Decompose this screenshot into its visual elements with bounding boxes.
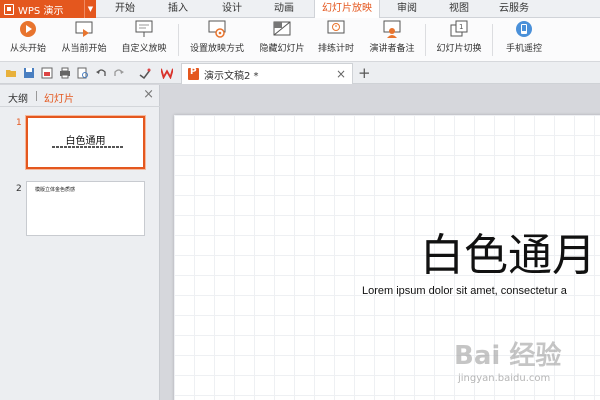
slide-thumbnail-2[interactable]: 模版立体金色质感 [26, 181, 145, 236]
open-folder-icon[interactable] [5, 67, 17, 79]
tab-design[interactable]: 设计 [212, 0, 252, 18]
document-tab[interactable]: 演示文稿2 * × [181, 63, 353, 84]
tab-animation[interactable]: 动画 [264, 0, 304, 18]
ribbon-separator [492, 24, 493, 56]
tab-insert[interactable]: 插入 [158, 0, 198, 18]
baidu-watermark: Bai 经验 jingyan.baidu.com [454, 335, 584, 393]
slide-title[interactable]: 白色通月 [420, 219, 596, 283]
tab-outline[interactable]: 大纲 [8, 90, 28, 105]
thumbnail-subtitle-line [52, 146, 123, 148]
tab-cloud[interactable]: 云服务 [492, 0, 536, 18]
timer-screen-icon [327, 20, 345, 34]
redo-icon[interactable] [113, 67, 125, 79]
tab-review[interactable]: 审阅 [390, 0, 424, 18]
ribbon-separator [425, 24, 426, 56]
app-name: WPS 演示 [18, 5, 64, 17]
phone-remote-button[interactable]: 手机遥控 [500, 20, 548, 60]
menu-bar: WPS 演示 ▼ 开始 插入 设计 动画 幻灯片放映 审阅 视图 云服务 [0, 0, 600, 19]
play-circle-icon [20, 21, 36, 37]
phone-remote-icon [516, 21, 532, 37]
thumbnail-title: 白色通用 [65, 136, 106, 147]
print-preview-icon[interactable] [77, 67, 89, 79]
settings-screen-icon [208, 20, 226, 38]
slide-transition-button[interactable]: 1 幻灯片切换 [430, 20, 488, 60]
slides-panel: 大纲 幻灯片 × 1 白色通用 2 模版立体金色质感 [0, 85, 160, 400]
slide-number: 1 [16, 118, 22, 128]
tab-home[interactable]: 开始 [106, 0, 144, 18]
export-icon[interactable] [41, 67, 53, 79]
tab-view[interactable]: 视图 [442, 0, 476, 18]
slide-subtitle[interactable]: Lorem ipsum dolor sit amet, consectetur … [362, 285, 567, 297]
slide-number: 2 [16, 184, 22, 194]
ribbon-separator [178, 24, 179, 56]
svg-text:1: 1 [459, 23, 463, 31]
print-icon[interactable] [59, 67, 71, 79]
undo-icon[interactable] [95, 67, 107, 79]
watermark-main: Bai 经验 [454, 341, 562, 371]
panel-header: 大纲 幻灯片 × [0, 85, 160, 107]
format-painter-icon[interactable] [139, 67, 151, 79]
tab-slideshow[interactable]: 幻灯片放映 [314, 0, 380, 19]
chevron-down-icon[interactable]: ▼ [84, 0, 96, 18]
ribbon-toolbar: 从头开始 从当前开始 自定义放映 设置放映方式 隐藏幻灯片 排练计时 演讲者备注… [0, 18, 600, 62]
rehearse-timing-button[interactable]: 排练计时 [314, 20, 358, 60]
speaker-notes-button[interactable]: 演讲者备注 [364, 20, 420, 60]
from-start-button[interactable]: 从头开始 [6, 20, 50, 60]
speaker-icon [383, 20, 401, 38]
wps-logo-icon [4, 3, 14, 15]
wps-w-logo-icon[interactable] [161, 67, 173, 79]
from-current-button[interactable]: 从当前开始 [56, 20, 112, 60]
presentation-file-icon [188, 67, 199, 80]
new-tab-plus-icon[interactable]: + [358, 64, 371, 82]
app-menu-button[interactable]: WPS 演示 ▼ [0, 0, 96, 18]
slide-thumbnail-1[interactable]: 白色通用 [26, 116, 145, 169]
quick-access-bar: 演示文稿2 * × + [0, 62, 600, 84]
close-panel-icon[interactable]: × [143, 87, 154, 102]
panel-tab-divider [36, 91, 37, 101]
custom-show-button[interactable]: 自定义放映 [116, 20, 172, 60]
save-icon[interactable] [23, 67, 35, 79]
thumbnail-text: 模版立体金色质感 [35, 187, 76, 193]
presentation-screen-icon [135, 20, 153, 37]
tab-slides[interactable]: 幻灯片 [44, 90, 74, 105]
setup-show-button[interactable]: 设置放映方式 [184, 20, 250, 60]
hide-slide-icon [273, 21, 291, 36]
close-tab-icon[interactable]: × [336, 67, 346, 81]
hide-slide-button[interactable]: 隐藏幻灯片 [254, 20, 310, 60]
play-screen-icon [75, 21, 93, 37]
transition-icon: 1 [450, 20, 468, 37]
watermark-sub: jingyan.baidu.com [458, 373, 551, 384]
